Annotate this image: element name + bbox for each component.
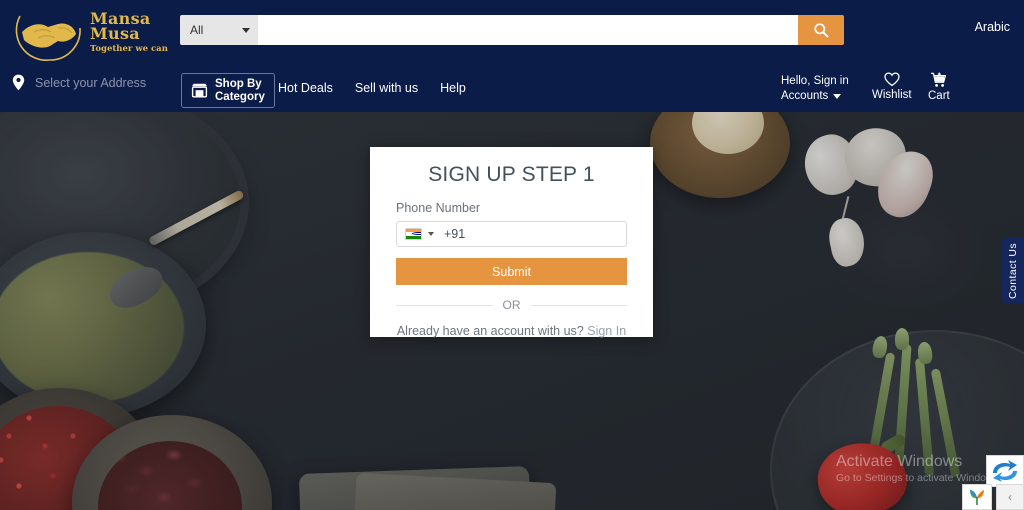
- shop-by-category-button[interactable]: Shop By Category: [181, 73, 275, 108]
- account-menu[interactable]: Hello, Sign in Accounts: [781, 74, 849, 104]
- leaf-logo-widget[interactable]: [962, 484, 992, 510]
- wishlist-label: Wishlist: [872, 89, 912, 101]
- account-label: Accounts: [781, 90, 829, 102]
- site-header: Mansa Musa Together we can All Arabic Se…: [0, 0, 1024, 112]
- wishlist-button[interactable]: Wishlist: [872, 72, 912, 101]
- select-address-button[interactable]: Select your Address: [12, 74, 146, 91]
- header-top-row: Mansa Musa Together we can All Arabic: [0, 0, 1024, 62]
- page-viewport: Mansa Musa Together we can All Arabic Se…: [0, 0, 1024, 510]
- language-link-arabic[interactable]: Arabic: [975, 20, 1010, 34]
- search-button[interactable]: [798, 15, 844, 45]
- phone-number-label: Phone Number: [396, 201, 481, 215]
- heart-icon: [884, 72, 900, 87]
- phone-country-code: +91: [444, 227, 466, 241]
- already-account-text: Already have an account with us?: [396, 324, 584, 338]
- handshake-icon: [15, 15, 81, 62]
- header-bottom-row: Select your Address: [0, 60, 1024, 112]
- contact-us-label: Contact Us: [1007, 242, 1019, 299]
- already-account-row: Already have an account with us? Sign In: [396, 324, 627, 338]
- logo-tagline: Together we can: [90, 44, 168, 54]
- logo-name-line2: Musa: [90, 24, 140, 43]
- collapse-chevron-button[interactable]: ‹: [996, 484, 1024, 510]
- search-bar: All: [180, 15, 844, 45]
- account-greeting: Hello, Sign in: [781, 75, 849, 87]
- search-icon: [814, 23, 829, 38]
- cart-label: Cart: [928, 90, 950, 102]
- header-nav-links: Hot Deals Sell with us Help: [278, 81, 466, 95]
- location-pin-icon: [12, 74, 25, 91]
- shop-by-category-label: Shop By Category: [215, 78, 265, 103]
- site-logo[interactable]: Mansa Musa Together we can: [10, 8, 170, 66]
- nav-link-help[interactable]: Help: [440, 81, 466, 95]
- search-input[interactable]: [258, 15, 798, 45]
- sign-in-link[interactable]: Sign In: [587, 324, 626, 338]
- or-divider-label: OR: [502, 298, 521, 312]
- contact-us-tab[interactable]: Contact Us: [1002, 238, 1024, 303]
- phone-number-field[interactable]: +91: [396, 221, 627, 247]
- search-category-value: All: [190, 23, 204, 37]
- country-code-chevron-down-icon[interactable]: [428, 232, 434, 236]
- blue-arrow-icon: [993, 460, 1017, 482]
- search-category-dropdown[interactable]: All: [180, 15, 258, 45]
- cart-button[interactable]: Cart: [928, 72, 950, 102]
- store-icon: [191, 83, 208, 98]
- blue-arrow-widget[interactable]: [986, 455, 1024, 487]
- nav-link-sell-with-us[interactable]: Sell with us: [355, 81, 418, 95]
- shopping-cart-icon: [931, 72, 947, 87]
- india-flag-icon: [405, 228, 422, 240]
- caret-down-icon: [833, 94, 842, 99]
- signup-card: SIGN UP STEP 1 Phone Number +91 Submit O…: [370, 147, 653, 338]
- signup-title: SIGN UP STEP 1: [428, 163, 595, 186]
- colorful-leaf-icon: [970, 490, 984, 505]
- or-divider: OR: [396, 298, 627, 312]
- nav-link-hot-deals[interactable]: Hot Deals: [278, 81, 333, 95]
- logo-wordmark: Mansa Musa Together we can: [90, 11, 168, 55]
- account-row: Accounts: [781, 89, 849, 104]
- chevron-down-icon: [242, 27, 250, 33]
- select-address-label: Select your Address: [35, 75, 147, 90]
- submit-button[interactable]: Submit: [396, 258, 627, 285]
